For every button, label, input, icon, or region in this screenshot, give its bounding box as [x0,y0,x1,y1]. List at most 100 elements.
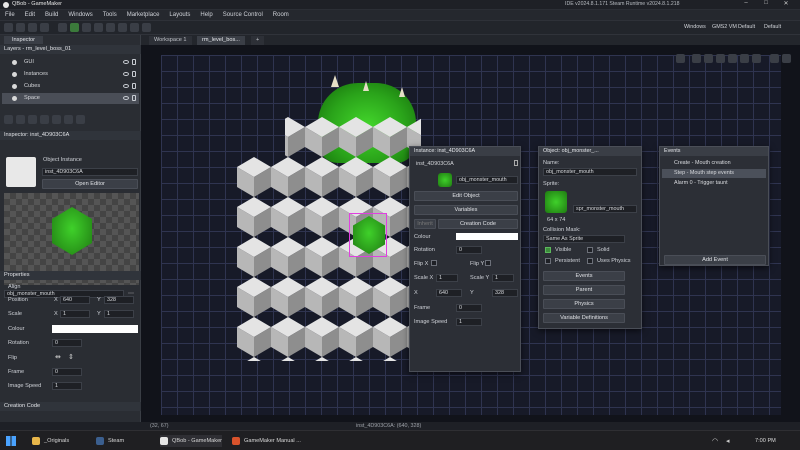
taskbar-steam[interactable]: Steam [96,435,124,447]
delete-layer-icon[interactable] [76,115,85,124]
frame-input[interactable]: 0 [456,304,482,312]
edit-object-button[interactable]: Edit Object [414,191,518,201]
uses-physics-checkbox[interactable] [587,258,593,264]
menu-file[interactable]: File [0,10,20,21]
maximize-button[interactable]: □ [757,0,775,9]
layer-cubes[interactable]: Cubes [2,81,139,92]
lock-icon[interactable] [514,160,518,166]
grid-toggle-icon[interactable] [676,54,685,63]
frame-input[interactable]: 0 [52,368,82,376]
menu-edit[interactable]: Edit [20,10,40,21]
instance-window-title[interactable]: Instance: inst_4D903C6A [410,147,520,156]
properties-header[interactable]: Properties [0,271,141,280]
eye-icon[interactable] [123,96,129,100]
tab-workspace[interactable]: Workspace 1 [149,36,192,45]
menu-build[interactable]: Build [40,10,63,21]
asset-layer-icon[interactable] [40,115,49,124]
inspector-tab[interactable]: Inspector [4,36,44,44]
creation-code-header[interactable]: Creation Code [0,402,141,411]
image-speed-input[interactable]: 1 [52,382,82,390]
sprite-thumb[interactable] [545,191,567,213]
position-x-input[interactable]: 640 [60,296,90,304]
camera-icon[interactable] [740,54,749,63]
wifi-icon[interactable]: ◠ [712,437,718,445]
sprite-select[interactable]: spr_monster_mouth [573,205,637,213]
instance-name-input[interactable]: inst_4D903C6A [414,161,510,169]
menu-layouts[interactable]: Layouts [164,10,195,21]
stop-icon[interactable] [94,23,103,32]
image-speed-input[interactable]: 1 [456,318,482,326]
taskbar-manual[interactable]: GameMaker Manual ... [232,435,301,447]
events-window-title[interactable]: Events [660,147,768,156]
tab-room[interactable]: rm_level_bos... [197,36,245,45]
menu-windows[interactable]: Windows [63,10,97,21]
clean-icon[interactable] [106,23,115,32]
parent-button[interactable]: Parent [543,285,625,295]
events-button[interactable]: Events [543,271,625,281]
flip-y-checkbox[interactable] [485,260,491,266]
scale-x-input[interactable]: 1 [60,310,90,318]
build-icon[interactable] [58,23,67,32]
windows-start-icon[interactable] [6,436,16,446]
target-platform[interactable]: Windows [684,24,706,30]
layer-instances[interactable]: Instances [2,69,139,80]
folder-icon[interactable] [64,115,73,124]
help-icon[interactable] [142,23,151,32]
save-icon[interactable] [28,23,37,32]
open-project-icon[interactable] [16,23,25,32]
scale-y-input[interactable]: 1 [492,274,514,282]
minimize-button[interactable]: – [737,0,755,9]
room-editor-workspace[interactable]: Instance: inst_4D903C6A inst_4D903C6A ob… [141,45,800,422]
persistent-checkbox[interactable] [545,258,551,264]
rotation-input[interactable]: 0 [52,339,82,347]
eye-icon[interactable] [123,84,129,88]
object-sprite-thumb[interactable] [438,173,452,187]
rotation-input[interactable]: 0 [456,246,482,254]
menu-marketplace[interactable]: Marketplace [122,10,165,21]
event-create[interactable]: Create - Mouth creation [662,159,766,168]
target-device[interactable]: Default [738,24,755,30]
eye-icon[interactable] [123,72,129,76]
path-layer-icon[interactable] [28,115,37,124]
eye-icon[interactable] [123,60,129,64]
flip-horizontal-icon[interactable]: ⇹ [55,353,61,361]
object-name-input[interactable]: obj_monster_mouth [543,168,637,176]
menu-tools[interactable]: Tools [98,10,122,21]
add-event-button[interactable]: Add Event [664,255,766,265]
debug-icon[interactable] [82,23,91,32]
play-room-icon[interactable] [770,54,779,63]
variables-button[interactable]: Variables [414,205,518,215]
zoom-fit-icon[interactable] [728,54,737,63]
menu-help[interactable]: Help [195,10,217,21]
zoom-out-icon[interactable] [704,54,713,63]
instance-name-field[interactable]: inst_4D903C6A [42,168,138,176]
colour-swatch[interactable] [52,325,138,333]
target-config[interactable]: Default [764,24,781,30]
flip-x-checkbox[interactable] [431,260,437,266]
y-input[interactable]: 328 [492,289,518,297]
taskbar-originals[interactable]: _Originals [32,435,69,447]
open-editor-button[interactable]: Open Editor [42,179,138,189]
colour-swatch[interactable] [456,233,518,240]
close-button[interactable]: ✕ [777,0,795,9]
menu-source-control[interactable]: Source Control [218,10,268,21]
taskbar-gamemaker[interactable]: QBob - GameMaker [160,435,223,447]
object-instance-thumb[interactable] [6,157,36,187]
create-executable-icon[interactable] [118,23,127,32]
zoom-reset-icon[interactable] [716,54,725,63]
close-room-icon[interactable] [782,54,791,63]
scale-y-input[interactable]: 1 [104,310,134,318]
lock-icon[interactable] [132,83,136,89]
scale-x-input[interactable]: 1 [436,274,458,282]
object-select[interactable]: obj_monster_mouth [456,176,518,184]
tab-add[interactable]: + [251,36,265,45]
volume-icon[interactable]: ◂ [726,437,730,445]
selected-instance[interactable] [349,213,387,257]
visible-checkbox[interactable] [545,247,551,253]
lock-icon[interactable] [132,71,136,77]
object-window-title[interactable]: Object: obj_monster_... [539,147,641,156]
flip-vertical-icon[interactable]: ⇕ [68,353,74,361]
variable-definitions-button[interactable]: Variable Definitions [543,313,625,323]
layer-space[interactable]: Space [2,93,139,104]
creation-code-button[interactable]: Creation Code [438,219,518,229]
